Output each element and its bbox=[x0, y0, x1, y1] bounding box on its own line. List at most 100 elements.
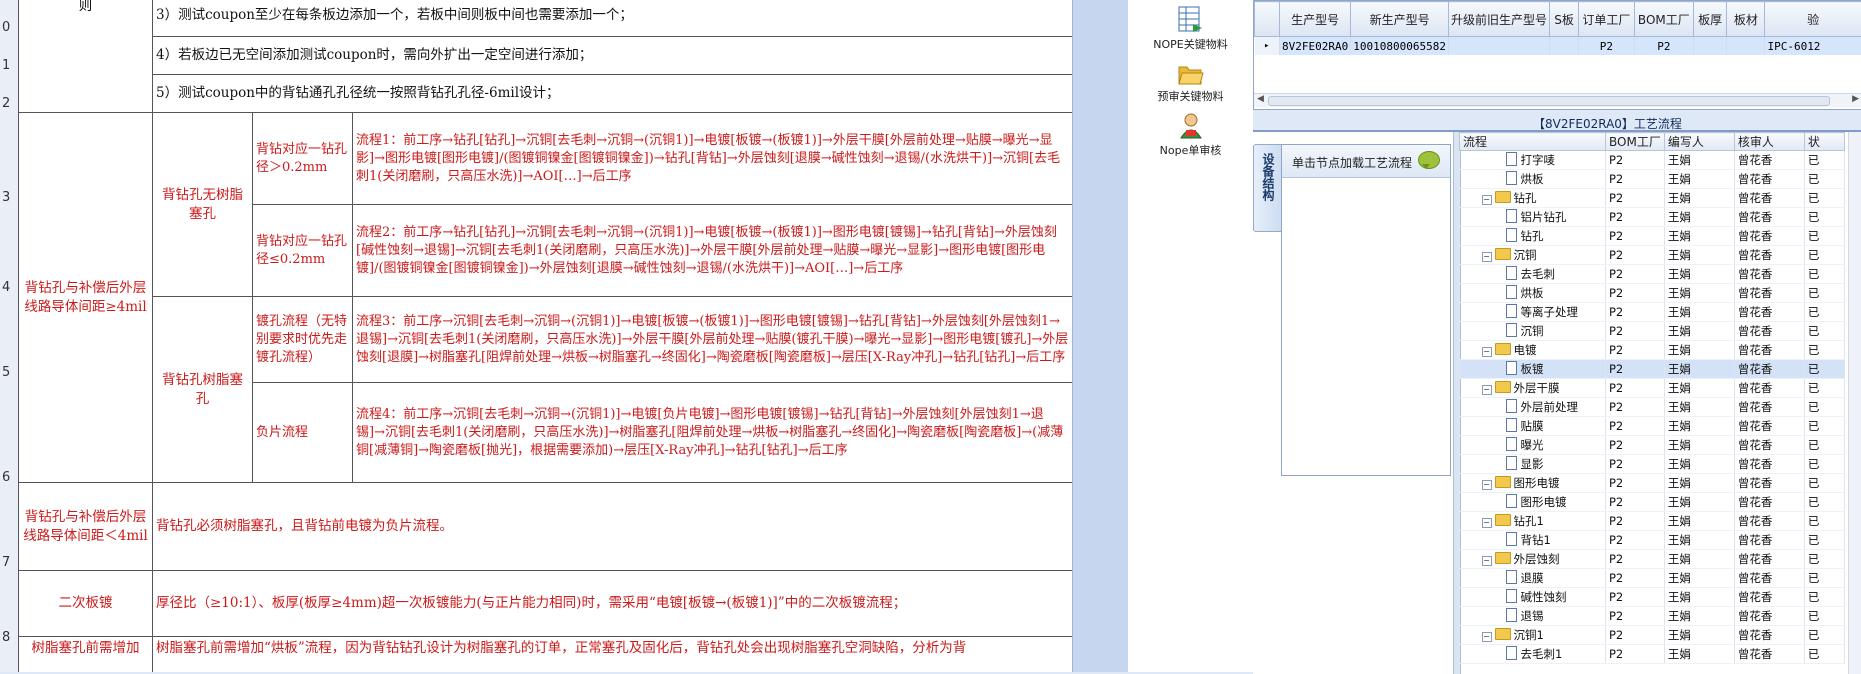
column-header[interactable]: 订单工厂 bbox=[1579, 2, 1635, 37]
tree-writer-cell[interactable]: 王娟 bbox=[1664, 189, 1734, 208]
horizontal-scrollbar[interactable]: ◀ ▶ bbox=[1254, 93, 1861, 107]
tree-node-cell[interactable]: −电镀 bbox=[1460, 341, 1606, 360]
tree-writer-cell[interactable]: 王娟 bbox=[1664, 208, 1734, 227]
tree-row[interactable]: −沉铜P2王娟曾花香已 bbox=[1460, 246, 1845, 265]
tree-row[interactable]: −钻孔P2王娟曾花香已 bbox=[1460, 189, 1845, 208]
scroll-left-icon[interactable]: ◀ bbox=[1257, 94, 1264, 104]
tree-node-cell[interactable]: −钻孔1 bbox=[1460, 512, 1606, 531]
tree-writer-cell[interactable]: 王娟 bbox=[1664, 417, 1734, 436]
tree-reviewer-cell[interactable]: 曾花香 bbox=[1734, 360, 1804, 379]
tree-writer-cell[interactable]: 王娟 bbox=[1664, 588, 1734, 607]
scroll-thumb[interactable] bbox=[1268, 96, 1830, 106]
nope-review-button[interactable]: Nope单审核 bbox=[1128, 112, 1253, 158]
tree-status-cell[interactable]: 已 bbox=[1804, 531, 1844, 550]
tree-status-cell[interactable]: 已 bbox=[1804, 455, 1844, 474]
tree-bom-cell[interactable]: P2 bbox=[1606, 436, 1665, 455]
column-header[interactable]: 板厚 bbox=[1694, 2, 1727, 37]
tree-row[interactable]: 贴膜P2王娟曾花香已 bbox=[1460, 417, 1845, 436]
tree-reviewer-cell[interactable]: 曾花香 bbox=[1734, 569, 1804, 588]
vertical-scrollbar[interactable] bbox=[1848, 132, 1861, 674]
tree-bom-cell[interactable]: P2 bbox=[1606, 626, 1665, 645]
table-cell[interactable]: 10010800065582 bbox=[1351, 37, 1449, 56]
tree-bom-cell[interactable]: P2 bbox=[1606, 588, 1665, 607]
tree-row[interactable]: −图形电镀P2王娟曾花香已 bbox=[1460, 474, 1845, 493]
tree-node-cell[interactable]: 贴膜 bbox=[1460, 417, 1606, 436]
tree-node-cell[interactable]: 去毛刺1 bbox=[1460, 645, 1606, 664]
tree-row[interactable]: 板镀P2王娟曾花香已 bbox=[1460, 360, 1845, 379]
node-panel-header[interactable]: 单击节点加载工艺流程 bbox=[1282, 145, 1450, 178]
tree-writer-cell[interactable]: 王娟 bbox=[1664, 645, 1734, 664]
tree-status-cell[interactable]: 已 bbox=[1804, 303, 1844, 322]
tree-bom-cell[interactable]: P2 bbox=[1606, 645, 1665, 664]
tree-bom-cell[interactable]: P2 bbox=[1606, 265, 1665, 284]
tree-bom-cell[interactable]: P2 bbox=[1606, 531, 1665, 550]
tree-writer-cell[interactable]: 王娟 bbox=[1664, 265, 1734, 284]
tree-node-cell[interactable]: −钻孔 bbox=[1460, 189, 1606, 208]
tree-node-cell[interactable]: −沉铜1 bbox=[1460, 626, 1606, 645]
tree-writer-cell[interactable]: 王娟 bbox=[1664, 360, 1734, 379]
tree-reviewer-cell[interactable]: 曾花香 bbox=[1734, 189, 1804, 208]
tree-writer-cell[interactable]: 王娟 bbox=[1664, 246, 1734, 265]
tree-reviewer-cell[interactable]: 曾花香 bbox=[1734, 246, 1804, 265]
tree-writer-cell[interactable]: 王娟 bbox=[1664, 569, 1734, 588]
tree-reviewer-cell[interactable]: 曾花香 bbox=[1734, 265, 1804, 284]
tree-bom-cell[interactable]: P2 bbox=[1606, 303, 1665, 322]
equipment-structure-tab[interactable]: 设备结构 bbox=[1253, 144, 1283, 232]
table-cell[interactable]: P2 bbox=[1579, 37, 1635, 56]
tree-reviewer-cell[interactable]: 曾花香 bbox=[1734, 588, 1804, 607]
collapse-icon[interactable]: − bbox=[1482, 252, 1492, 262]
collapse-icon[interactable]: − bbox=[1482, 347, 1492, 357]
tree-node-cell[interactable]: 打字唛 bbox=[1460, 151, 1606, 170]
tree-row[interactable]: −沉铜1P2王娟曾花香已 bbox=[1460, 626, 1845, 645]
tree-reviewer-cell[interactable]: 曾花香 bbox=[1734, 284, 1804, 303]
tree-node-cell[interactable]: 钻孔 bbox=[1460, 227, 1606, 246]
table-cell[interactable]: 8V2FE02RA0 bbox=[1280, 37, 1351, 56]
tree-row[interactable]: 等离子处理P2王娟曾花香已 bbox=[1460, 303, 1845, 322]
tree-reviewer-cell[interactable]: 曾花香 bbox=[1734, 550, 1804, 569]
tree-node-cell[interactable]: −图形电镀 bbox=[1460, 474, 1606, 493]
tree-bom-cell[interactable]: P2 bbox=[1606, 322, 1665, 341]
tree-writer-cell[interactable]: 王娟 bbox=[1664, 455, 1734, 474]
tree-row[interactable]: −外层干膜P2王娟曾花香已 bbox=[1460, 379, 1845, 398]
table-cell[interactable] bbox=[1694, 37, 1727, 56]
column-header[interactable]: 编写人 bbox=[1664, 133, 1734, 151]
collapse-icon[interactable]: − bbox=[1482, 385, 1492, 395]
tree-bom-cell[interactable]: P2 bbox=[1606, 151, 1665, 170]
tree-reviewer-cell[interactable]: 曾花香 bbox=[1734, 227, 1804, 246]
column-header[interactable]: BOM工厂 bbox=[1606, 133, 1665, 151]
table-cell[interactable]: P2 bbox=[1634, 37, 1693, 56]
tree-status-cell[interactable]: 已 bbox=[1804, 550, 1844, 569]
tree-node-cell[interactable]: 去毛刺 bbox=[1460, 265, 1606, 284]
nope-key-material-button[interactable]: NOPE关键物料 bbox=[1128, 6, 1253, 52]
table-cell[interactable]: IPC-6012 bbox=[1765, 37, 1861, 56]
tree-bom-cell[interactable]: P2 bbox=[1606, 208, 1665, 227]
tree-bom-cell[interactable]: P2 bbox=[1606, 512, 1665, 531]
tree-node-cell[interactable]: 背钻1 bbox=[1460, 531, 1606, 550]
tree-status-cell[interactable]: 已 bbox=[1804, 436, 1844, 455]
tree-writer-cell[interactable]: 王娟 bbox=[1664, 531, 1734, 550]
tree-bom-cell[interactable]: P2 bbox=[1606, 493, 1665, 512]
tree-node-cell[interactable]: −沉铜 bbox=[1460, 246, 1606, 265]
tree-writer-cell[interactable]: 王娟 bbox=[1664, 436, 1734, 455]
tree-status-cell[interactable]: 已 bbox=[1804, 379, 1844, 398]
tree-row[interactable]: 显影P2王娟曾花香已 bbox=[1460, 455, 1845, 474]
tree-node-cell[interactable]: 退膜 bbox=[1460, 569, 1606, 588]
tree-bom-cell[interactable]: P2 bbox=[1606, 474, 1665, 493]
tree-row[interactable]: 背钻1P2王娟曾花香已 bbox=[1460, 531, 1845, 550]
tree-node-cell[interactable]: 图形电镀 bbox=[1460, 493, 1606, 512]
column-header[interactable]: 生产型号 bbox=[1280, 2, 1351, 37]
tree-reviewer-cell[interactable]: 曾花香 bbox=[1734, 531, 1804, 550]
tree-node-cell[interactable]: 退锡 bbox=[1460, 607, 1606, 626]
pre-review-key-material-button[interactable]: 预审关键物料 bbox=[1128, 62, 1253, 104]
tree-status-cell[interactable]: 已 bbox=[1804, 151, 1844, 170]
tree-bom-cell[interactable]: P2 bbox=[1606, 170, 1665, 189]
tree-bom-cell[interactable]: P2 bbox=[1606, 379, 1665, 398]
tree-bom-cell[interactable]: P2 bbox=[1606, 569, 1665, 588]
tree-row[interactable]: 打字唛P2王娟曾花香已 bbox=[1460, 151, 1845, 170]
tree-writer-cell[interactable]: 王娟 bbox=[1664, 626, 1734, 645]
table-row[interactable]: ▸ 8V2FE02RA0 10010800065582 P2 P2 IPC-60… bbox=[1255, 37, 1861, 56]
tree-reviewer-cell[interactable]: 曾花香 bbox=[1734, 208, 1804, 227]
tree-row[interactable]: 退锡P2王娟曾花香已 bbox=[1460, 607, 1845, 626]
tree-row[interactable]: 去毛刺P2王娟曾花香已 bbox=[1460, 265, 1845, 284]
tree-status-cell[interactable]: 已 bbox=[1804, 417, 1844, 436]
